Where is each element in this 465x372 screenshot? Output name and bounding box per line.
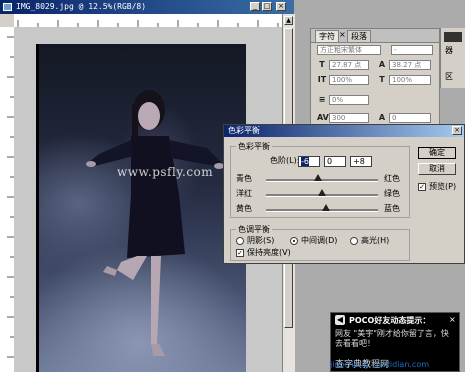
photoshop-icon: [3, 3, 12, 11]
color-balance-dialog: 色彩平衡 × 色彩平衡 色阶(L): -6 0 +8 青色 红色 洋红 绿色 黄…: [223, 124, 465, 264]
slider2-left-label: 洋红: [236, 189, 252, 198]
leading-field[interactable]: 38.27 点: [389, 60, 431, 70]
slider3-thumb[interactable]: [322, 204, 330, 211]
tracking-icon: AV: [317, 113, 329, 122]
level-yellow-blue-field[interactable]: +8: [350, 156, 372, 167]
vertical-scale-icon: IT: [317, 75, 327, 84]
photo-image[interactable]: [36, 44, 246, 372]
font-style-select[interactable]: -: [391, 45, 433, 55]
tracking-pct-icon: ≡: [318, 95, 326, 104]
slider3-right-label: 蓝色: [384, 204, 400, 213]
level-magenta-green-field[interactable]: 0: [324, 156, 346, 167]
radio-midtones-label: 中间调(D): [301, 236, 338, 245]
horizontal-ruler: [14, 14, 282, 28]
preview-label: 预览(P): [429, 182, 457, 191]
dialog-title: 色彩平衡: [228, 126, 260, 135]
panel-strip: 器 区: [440, 28, 465, 88]
notification-title: POCO好友动态提示：: [349, 316, 431, 325]
site-url-watermark: jiaocheng.chazidian.com: [330, 360, 430, 369]
preserve-luminosity-label: 保持亮度(V): [247, 248, 291, 257]
dialog-title-bar[interactable]: 色彩平衡 ×: [224, 125, 464, 137]
horizontal-scale-field[interactable]: 100%: [389, 75, 431, 85]
slider3-left-label: 黄色: [236, 204, 252, 213]
levels-label: 色阶(L):: [270, 156, 300, 165]
cancel-button[interactable]: 取消: [418, 163, 456, 175]
radio-highlights[interactable]: [350, 237, 358, 245]
side-label-1: 器: [445, 46, 453, 55]
tab-paragraph[interactable]: 段落: [347, 30, 371, 42]
character-panel-header: 字符 × 段落: [311, 29, 439, 43]
speech-icon: ◀: [335, 315, 345, 325]
minimize-icon[interactable]: _: [250, 2, 260, 11]
radio-midtones[interactable]: [290, 237, 298, 245]
vertical-scale-field[interactable]: 100%: [329, 75, 369, 85]
kerning-field[interactable]: 0: [389, 113, 431, 123]
tracking-field[interactable]: 300: [329, 113, 369, 123]
maximize-icon[interactable]: □: [262, 2, 272, 11]
slider1-left-label: 青色: [236, 174, 252, 183]
radio-shadows-label: 阴影(S): [247, 236, 275, 245]
preserve-luminosity-checkbox[interactable]: ✓: [236, 249, 244, 257]
font-family-select[interactable]: 方正粗宋繁体: [317, 45, 381, 55]
ok-button[interactable]: 确定: [418, 147, 456, 159]
slider1-thumb[interactable]: [314, 174, 322, 181]
scroll-up-icon[interactable]: ▲: [284, 16, 293, 25]
slider2-right-label: 绿色: [384, 189, 400, 198]
color-balance-group-label: 色彩平衡: [236, 142, 272, 151]
color-balance-group: [230, 146, 410, 218]
horizontal-scale-icon: T: [379, 75, 385, 84]
tab-close-icon[interactable]: ×: [339, 30, 346, 39]
panel-tab-dark[interactable]: [444, 32, 462, 42]
watermark-text: www.psfly.com: [117, 165, 214, 179]
radio-shadows[interactable]: [236, 237, 244, 245]
preview-checkbox[interactable]: ✓: [418, 183, 426, 191]
document-title: IMG_8029.jpg @ 12.5%(RGB/8): [16, 2, 147, 11]
kerning-icon: A: [378, 113, 386, 122]
leading-icon: A: [378, 60, 386, 69]
dialog-close-icon[interactable]: ×: [452, 126, 462, 135]
tracking-pct-field[interactable]: 0%: [329, 95, 369, 105]
close-icon[interactable]: ×: [276, 2, 286, 11]
slider1-right-label: 红色: [384, 174, 400, 183]
slider2-thumb[interactable]: [318, 189, 326, 196]
tab-character[interactable]: 字符: [315, 30, 339, 42]
dancer-figure: [86, 90, 224, 356]
tone-balance-group-label: 色调平衡: [236, 225, 272, 234]
vertical-ruler: [0, 27, 15, 372]
slider1-track[interactable]: [266, 179, 378, 182]
radio-highlights-label: 高光(H): [361, 236, 390, 245]
document-title-bar[interactable]: IMG_8029.jpg @ 12.5%(RGB/8) _ □ ×: [0, 0, 294, 14]
font-size-field[interactable]: 27.87 点: [329, 60, 369, 70]
notification-text[interactable]: 网友 "美宇"刚才给你留了言，快去看看吧！: [335, 329, 455, 349]
notification-close-icon[interactable]: ×: [449, 315, 456, 324]
font-size-icon: T: [319, 60, 325, 69]
side-label-2: 区: [445, 72, 453, 81]
level-cyan-red-field[interactable]: -6: [298, 156, 320, 167]
